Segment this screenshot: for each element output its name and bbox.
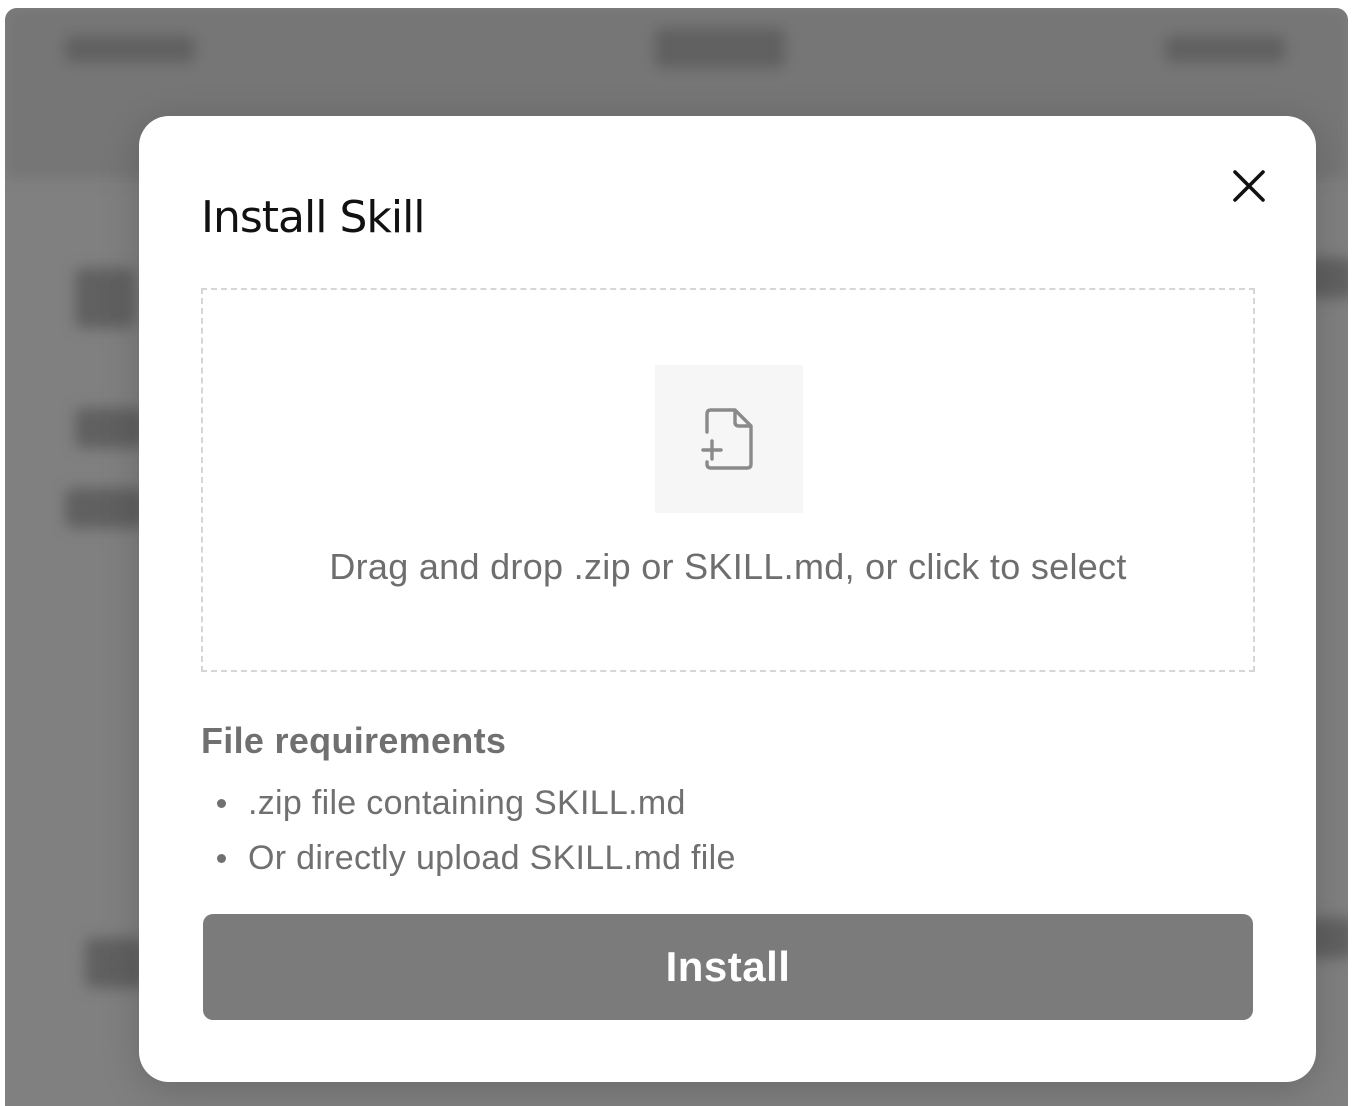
requirements-heading: File requirements (201, 720, 507, 761)
requirements-list: .zip file containing SKILL.md Or directl… (217, 776, 736, 886)
close-button[interactable] (1225, 162, 1273, 210)
bullet-icon (217, 854, 226, 863)
list-item: .zip file containing SKILL.md (217, 776, 736, 831)
close-icon (1233, 170, 1265, 202)
list-item: Or directly upload SKILL.md file (217, 831, 736, 886)
install-skill-dialog: Install Skill Drag and drop .zip or SKIL… (139, 116, 1316, 1082)
requirement-text: Or directly upload SKILL.md file (248, 839, 736, 877)
dialog-title: Install Skill (201, 192, 426, 243)
install-button[interactable]: Install (203, 914, 1253, 1020)
file-plus-icon (701, 408, 753, 470)
file-dropzone[interactable]: Drag and drop .zip or SKILL.md, or click… (201, 288, 1255, 672)
upload-icon-container (655, 365, 803, 513)
app-window: Install Skill Drag and drop .zip or SKIL… (5, 8, 1348, 1106)
requirement-text: .zip file containing SKILL.md (248, 784, 686, 822)
dropzone-instructions: Drag and drop .zip or SKILL.md, or click… (329, 546, 1127, 587)
bullet-icon (217, 799, 226, 808)
